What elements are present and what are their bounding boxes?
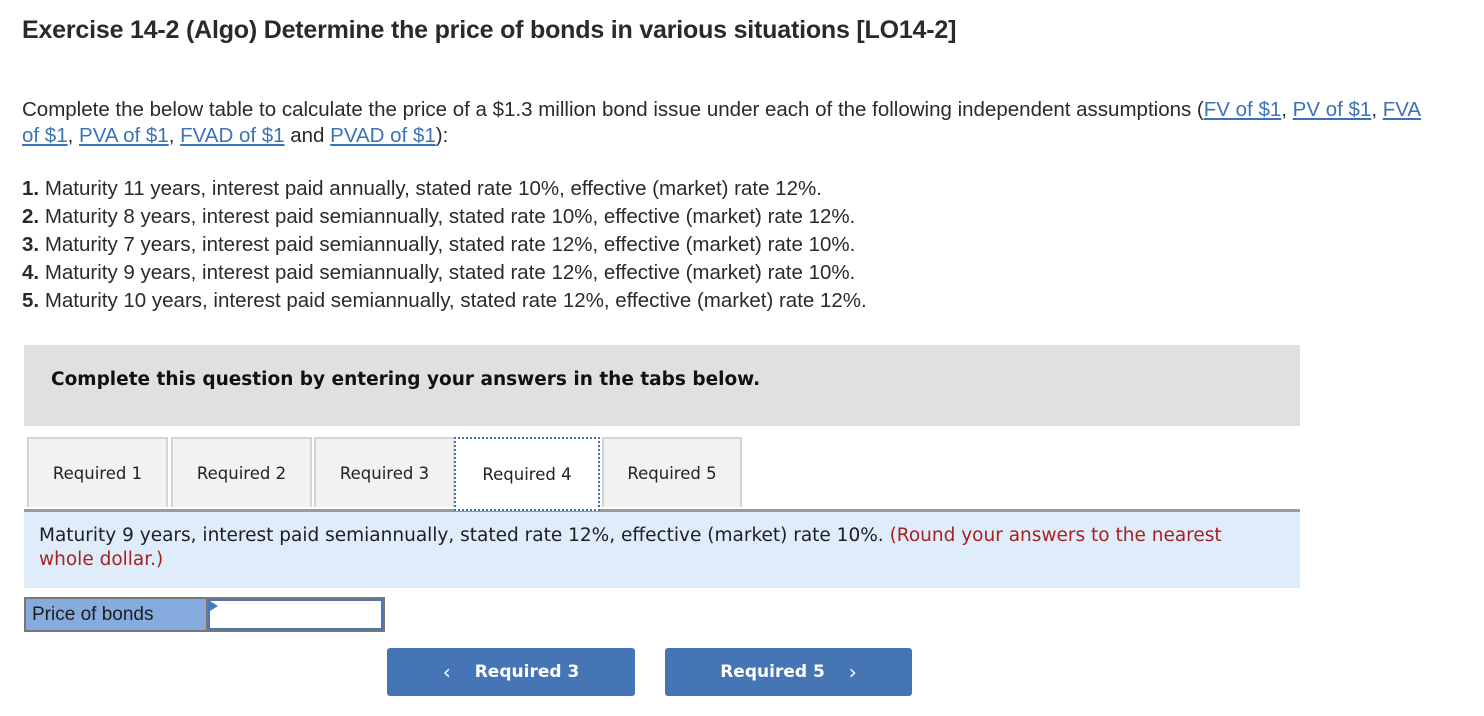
assumption-text: Maturity 7 years, interest paid semiannu… [44,233,856,256]
assumption-number: 2. [22,205,40,228]
instruction-banner: Complete this question by entering your … [24,345,1300,426]
assumption-number: 4. [22,261,40,284]
assumption-item: 3. Maturity 7 years, interest paid semia… [22,231,867,259]
instruction-text: Complete this question by entering your … [51,369,761,390]
assumption-item: 1. Maturity 11 years, interest paid annu… [22,175,867,203]
assumption-item: 5. Maturity 10 years, interest paid semi… [22,287,867,315]
tab-required-2[interactable]: Required 2 [171,437,312,507]
separator: , [67,124,80,147]
price-of-bonds-label: Price of bonds [26,599,208,630]
separator: , [1281,98,1293,121]
tab-required-4[interactable]: Required 4 [454,437,600,511]
assumption-number: 3. [22,233,40,256]
price-of-bonds-field[interactable] [208,599,383,630]
assumption-text: Maturity 11 years, interest paid annuall… [44,177,822,200]
assumption-item: 2. Maturity 8 years, interest paid semia… [22,203,867,231]
chevron-left-icon: ‹ [442,660,451,684]
intro-text: Complete the below table to calculate th… [22,98,1204,121]
conjunction: and [284,124,331,147]
answer-table-row: Price of bonds [24,597,385,632]
page-title: Exercise 14-2 (Algo) Determine the price… [22,16,957,44]
question-prompt-panel: Maturity 9 years, interest paid semiannu… [24,512,1300,588]
prompt-text: Maturity 9 years, interest paid semiannu… [39,525,884,546]
next-button-label: Required 5 [720,662,825,682]
link-fvad-of-1[interactable]: FVAD of $1 [180,124,284,147]
link-pva-of-1[interactable]: PVA of $1 [79,124,169,147]
assumption-text: Maturity 8 years, interest paid semiannu… [44,205,856,228]
tab-bar: Required 1 Required 2 Required 3 Require… [24,437,1300,512]
assumptions-list: 1. Maturity 11 years, interest paid annu… [22,175,867,315]
link-fv-of-1[interactable]: FV of $1 [1204,98,1282,121]
next-required-5-button[interactable]: Required 5 › [665,648,912,696]
intro-paragraph: Complete the below table to calculate th… [22,97,1432,149]
tab-required-1[interactable]: Required 1 [27,437,168,507]
tab-required-3[interactable]: Required 3 [314,437,455,507]
chevron-right-icon: › [848,660,857,684]
separator: , [1371,98,1383,121]
tab-required-5[interactable]: Required 5 [602,437,742,507]
assumption-number: 1. [22,177,40,200]
assumption-text: Maturity 9 years, interest paid semiannu… [44,261,856,284]
prev-button-label: Required 3 [474,662,580,682]
price-of-bonds-input[interactable] [210,601,381,628]
prev-required-3-button[interactable]: ‹ Required 3 [387,648,635,696]
link-pv-of-1[interactable]: PV of $1 [1293,98,1372,121]
link-pvad-of-1[interactable]: PVAD of $1 [330,124,436,147]
assumption-text: Maturity 10 years, interest paid semiann… [44,289,867,312]
question-prompt: Maturity 9 years, interest paid semiannu… [39,524,1279,572]
assumption-item: 4. Maturity 9 years, interest paid semia… [22,259,867,287]
separator: , [168,124,181,147]
intro-text-end: ): [435,124,449,147]
input-flag-icon [210,601,218,611]
assumption-number: 5. [22,289,40,312]
